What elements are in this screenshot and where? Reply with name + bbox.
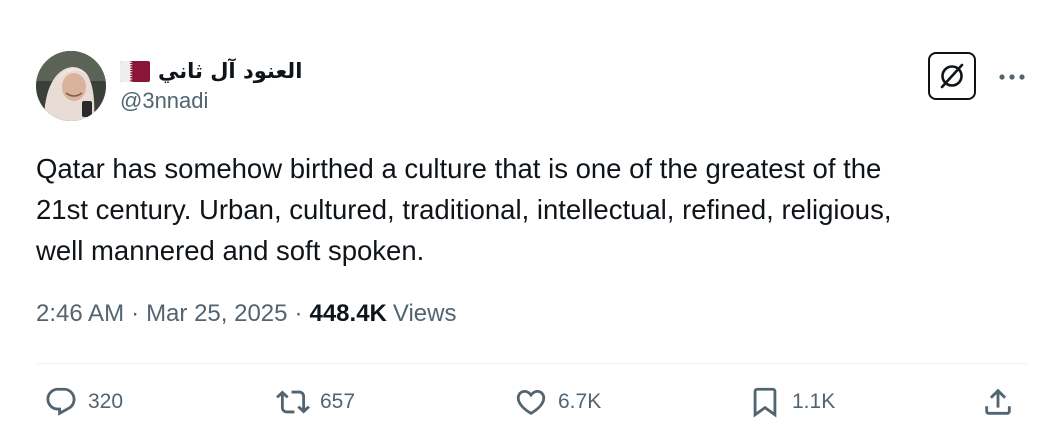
- divider: [36, 363, 1028, 364]
- tweet-time[interactable]: 2:46 AM: [36, 300, 124, 328]
- more-icon: [999, 74, 1025, 80]
- user-handle[interactable]: @3nnadi: [120, 88, 302, 114]
- reply-icon: [46, 387, 76, 416]
- display-name[interactable]: العنود آل ثاني: [158, 59, 302, 83]
- grok-icon: [940, 63, 964, 89]
- qatar-flag-icon: [120, 60, 150, 82]
- share-icon: [985, 388, 1011, 415]
- meta-separator: ·: [131, 300, 140, 327]
- bookmark-button[interactable]: 1.1K: [748, 385, 835, 419]
- reply-button[interactable]: 320: [44, 385, 123, 419]
- repost-count: 657: [320, 390, 356, 413]
- repost-button[interactable]: 657: [276, 385, 355, 419]
- repost-icon: [276, 390, 310, 414]
- views-label: Views: [392, 300, 457, 327]
- share-button[interactable]: [981, 385, 1015, 419]
- like-count: 6.7K: [558, 390, 602, 413]
- grok-button[interactable]: [928, 52, 976, 100]
- reply-count: 320: [88, 390, 124, 413]
- display-name-row[interactable]: العنود آل ثاني: [120, 56, 302, 86]
- bookmark-count: 1.1K: [792, 390, 836, 413]
- bookmark-icon: [753, 387, 777, 418]
- heart-icon: [516, 389, 546, 415]
- avatar[interactable]: [36, 51, 106, 121]
- author-info: العنود آل ثاني @3nnadi: [120, 56, 302, 114]
- more-options-button[interactable]: [997, 62, 1027, 92]
- avatar-photo: [36, 51, 106, 121]
- tweet-text: Qatar has somehow birthed a culture that…: [36, 153, 892, 266]
- action-bar: 320 657 6.7K 1.1K: [36, 385, 1026, 425]
- tweet-meta: 2:46 AM · Mar 25, 2025 · 448.4K Views: [36, 300, 456, 328]
- meta-separator: ·: [294, 300, 303, 327]
- tweet-date[interactable]: Mar 25, 2025: [146, 300, 287, 328]
- tweet-card: العنود آل ثاني @3nnadi Qatar has somehow…: [0, 0, 1054, 419]
- like-button[interactable]: 6.7K: [514, 385, 601, 419]
- views-count: 448.4K: [309, 300, 387, 327]
